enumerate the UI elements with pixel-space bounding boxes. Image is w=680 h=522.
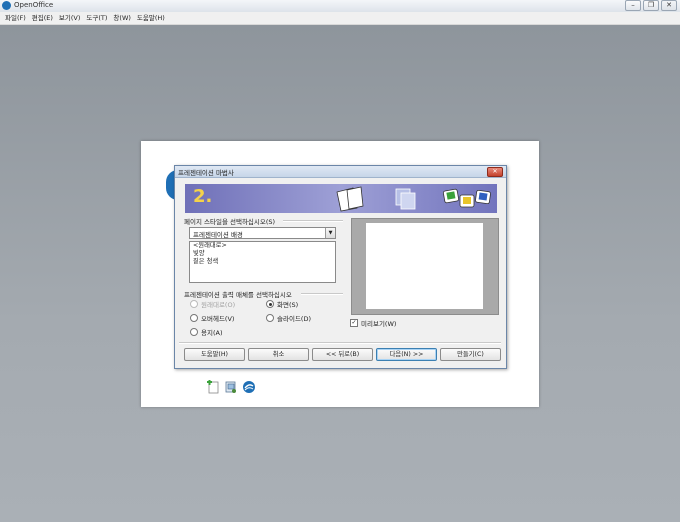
start-center-icons xyxy=(206,380,256,394)
window-title: OpenOffice xyxy=(14,1,54,9)
wizard-banner: 2. xyxy=(185,184,497,213)
radio-paper-label: 용지(A) xyxy=(201,329,223,337)
page-style-label: 페이지 스타일을 선택하십시오(S) xyxy=(184,218,276,226)
step-number: 2. xyxy=(193,186,213,207)
back-button[interactable]: << 뒤로(B) xyxy=(312,348,373,361)
cancel-button[interactable]: 취소 xyxy=(248,348,309,361)
list-item[interactable]: 짙은 청색 xyxy=(190,258,335,266)
page-style-combobox[interactable]: 프레젠테이션 배경 ▼ xyxy=(189,227,336,239)
radio-screen[interactable]: 화면(S) xyxy=(266,299,298,309)
radio-slide-label: 슬라이드(D) xyxy=(277,315,311,323)
menu-view[interactable]: 보기(V) xyxy=(56,12,83,24)
radio-paper[interactable]: 용지(A) xyxy=(190,327,222,337)
output-medium-label: 프레젠테이션 출력 매체를 선택하십시오 xyxy=(184,291,292,299)
next-button[interactable]: 다음(N) >> xyxy=(376,348,437,361)
menu-bar: 파일(F) 편집(E) 보기(V) 도구(T) 창(W) 도움말(H) xyxy=(0,12,680,25)
separator xyxy=(179,342,501,344)
list-item[interactable]: <원래대로> xyxy=(190,242,335,250)
menu-tools[interactable]: 도구(T) xyxy=(83,12,110,24)
preview-area xyxy=(351,218,499,315)
menu-window[interactable]: 창(W) xyxy=(110,12,133,24)
help-button[interactable]: 도움말(H) xyxy=(184,348,245,361)
close-icon[interactable]: ✕ xyxy=(661,0,677,11)
radio-original-label: 원래대로(O) xyxy=(201,301,236,309)
menu-edit[interactable]: 편집(E) xyxy=(29,12,56,24)
menu-help[interactable]: 도움말(H) xyxy=(134,12,168,24)
window-controls: – ❐ ✕ xyxy=(625,0,677,11)
list-item[interactable]: 빛양 xyxy=(190,250,335,258)
dialog-title: 프레젠테이션 마법사 xyxy=(178,169,234,177)
dialog-titlebar: 프레젠테이션 마법사 ✕ xyxy=(175,166,506,178)
preview-page xyxy=(366,223,483,309)
radio-button[interactable] xyxy=(190,328,198,336)
radio-button[interactable] xyxy=(190,300,198,308)
output-media-icon xyxy=(442,188,491,208)
separator xyxy=(283,220,343,222)
preview-checkbox[interactable]: ✓ xyxy=(350,319,358,327)
create-button[interactable]: 만들기(C) xyxy=(440,348,501,361)
preview-checkbox-row[interactable]: ✓ 미리보기(W) xyxy=(350,318,396,328)
minimize-icon[interactable]: – xyxy=(625,0,641,11)
templates-icon[interactable] xyxy=(224,380,238,394)
radio-button[interactable] xyxy=(266,300,274,308)
separator xyxy=(301,293,343,295)
radio-button[interactable] xyxy=(190,314,198,322)
pages-icon xyxy=(336,186,364,212)
presentation-wizard-dialog: 프레젠테이션 마법사 ✕ 2. 페이지 스타일을 선택하십시오(S) 프레젠테이… xyxy=(174,165,507,369)
radio-overhead-label: 오버헤드(V) xyxy=(201,315,235,323)
restore-icon[interactable]: ❐ xyxy=(643,0,659,11)
page-style-value: 프레젠테이션 배경 xyxy=(193,231,243,239)
close-icon[interactable]: ✕ xyxy=(487,167,503,177)
openoffice-logo-icon xyxy=(2,1,11,10)
openoffice-app-icon[interactable] xyxy=(242,380,256,394)
radio-button[interactable] xyxy=(266,314,274,322)
radio-overhead[interactable]: 오버헤드(V) xyxy=(190,313,234,323)
chevron-down-icon[interactable]: ▼ xyxy=(325,228,335,238)
radio-screen-label: 화면(S) xyxy=(277,301,299,309)
layered-pages-icon xyxy=(395,188,416,210)
new-document-icon[interactable] xyxy=(206,380,220,394)
menu-file[interactable]: 파일(F) xyxy=(2,12,29,24)
preview-label: 미리보기(W) xyxy=(361,320,397,328)
page-style-listbox[interactable]: <원래대로> 빛양 짙은 청색 xyxy=(189,241,336,283)
radio-original[interactable]: 원래대로(O) xyxy=(190,299,235,309)
radio-slide[interactable]: 슬라이드(D) xyxy=(266,313,311,323)
